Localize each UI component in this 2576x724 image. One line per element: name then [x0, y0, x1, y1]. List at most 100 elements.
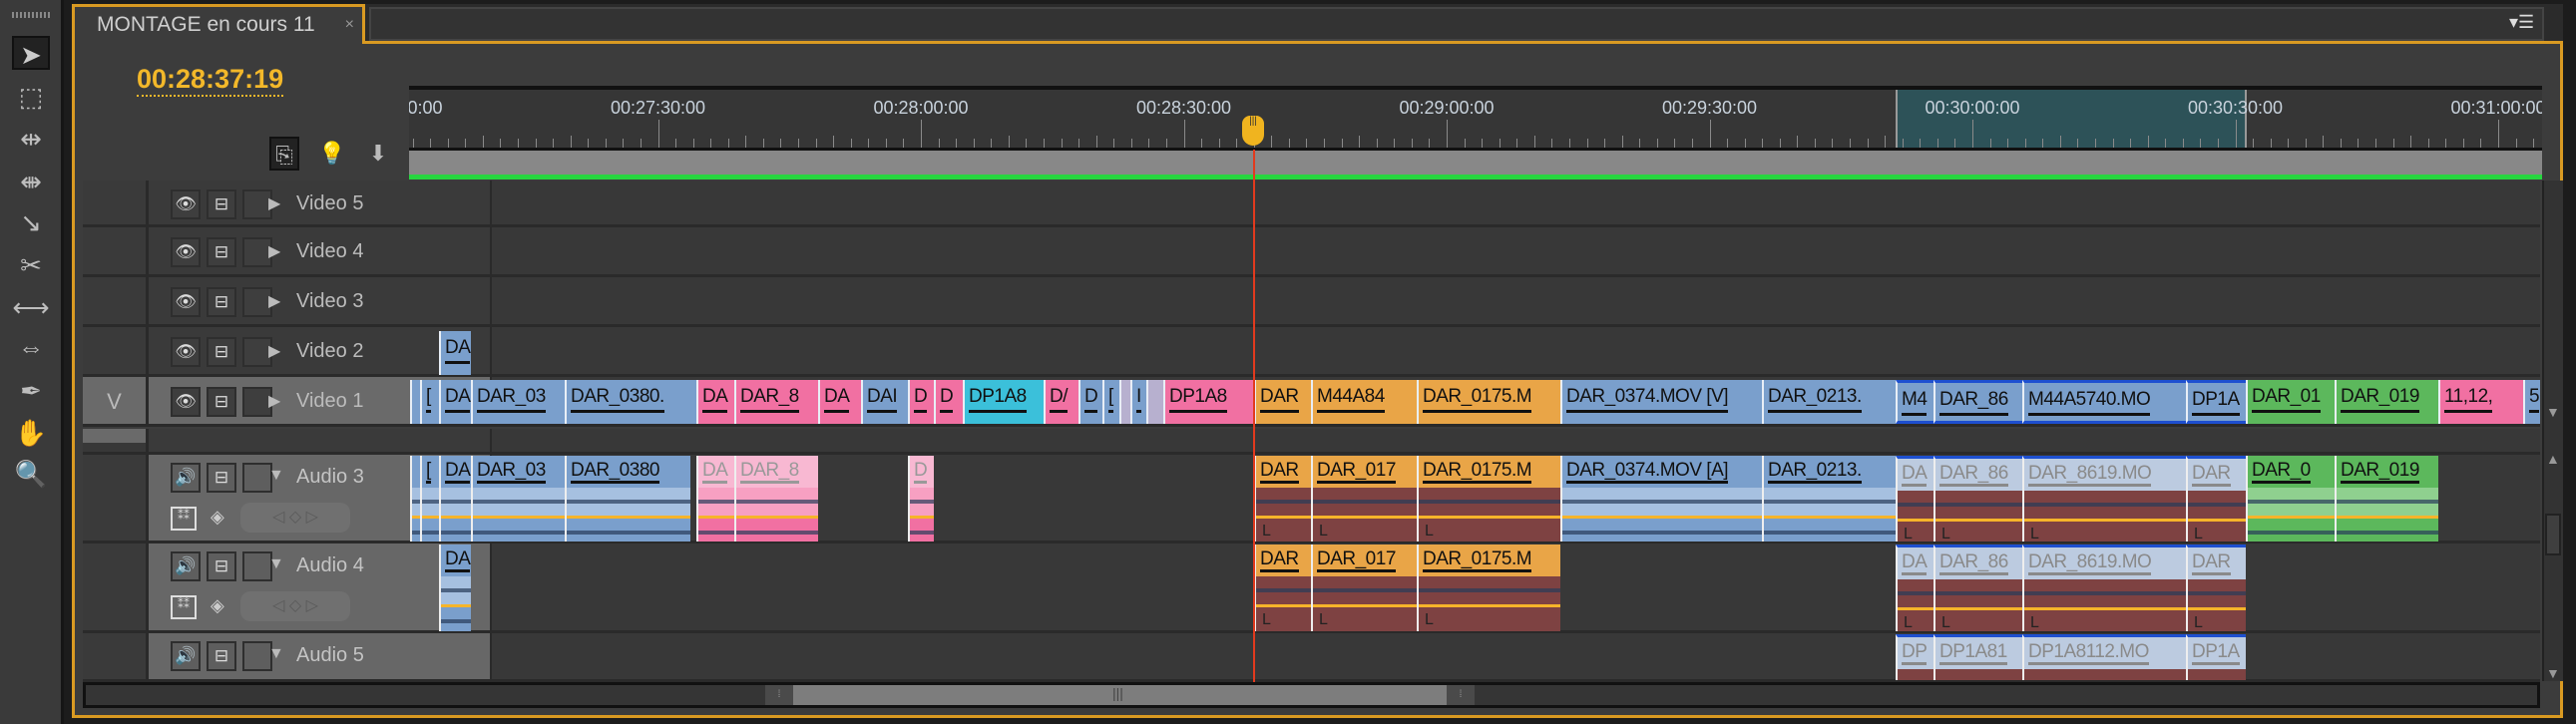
video-clip[interactable]: D	[1078, 380, 1102, 424]
audio-clip[interactable]: DP1A	[2186, 634, 2246, 680]
eye-icon[interactable]: 👁	[171, 337, 201, 367]
audio-clip[interactable]: DP1A8112.MO	[2022, 634, 2186, 680]
source-target-empty[interactable]	[83, 227, 146, 274]
video-clip[interactable]: M44A84	[1311, 380, 1417, 424]
eye-icon[interactable]: 👁	[171, 287, 201, 317]
audio-clip[interactable]: DAR_8	[734, 456, 818, 542]
audio-clip[interactable]: DAR_8619.MO L	[2022, 456, 2186, 542]
audio-clip[interactable]: DA L	[1896, 456, 1933, 542]
ripple-edit-icon[interactable]: ⇹	[12, 122, 50, 156]
audio-clip[interactable]: [	[420, 456, 439, 542]
snap-icon[interactable]: ⎘	[269, 137, 299, 171]
scroll-zoom-handle-right[interactable]: ⁞	[1447, 685, 1475, 705]
expand-triangle-icon[interactable]: ▶	[268, 291, 280, 311]
video-clip[interactable]: DP1A8	[1163, 380, 1254, 424]
video-clip[interactable]: DAR_01	[2246, 380, 2335, 424]
video-clip[interactable]: D/	[1044, 380, 1078, 424]
collapse-triangle-icon[interactable]: ▼	[268, 467, 284, 485]
close-icon[interactable]: ×	[345, 7, 354, 43]
scroll-down-icon[interactable]: ▼	[2546, 665, 2560, 681]
keyframe-icon[interactable]: ◈	[211, 507, 224, 528]
scroll-zoom-handle-left[interactable]: ⁞	[765, 685, 793, 705]
video-clip[interactable]: M44A5740.MO	[2022, 380, 2186, 424]
video-clip[interactable]: DAR_0213.	[1762, 380, 1896, 424]
audio-clip[interactable]: DAR_8619.MO L	[2022, 544, 2186, 631]
encore-marker-icon[interactable]: 💡	[317, 137, 347, 171]
video-clip[interactable]: DAR_03	[471, 380, 565, 424]
audio-clip[interactable]: DA	[439, 544, 471, 631]
video-clip[interactable]: DA	[439, 331, 471, 375]
video-clip[interactable]: 5	[2523, 380, 2540, 424]
audio-clip[interactable]: DAR L	[2186, 456, 2246, 542]
collapse-triangle-icon[interactable]: ▼	[268, 555, 284, 573]
video-clip[interactable]: DAR_019	[2335, 380, 2438, 424]
video-clip[interactable]: [	[1102, 380, 1119, 424]
source-target-empty[interactable]	[83, 277, 146, 324]
audio-clip[interactable]	[410, 456, 420, 542]
video-clip[interactable]: DAR_0374.MOV [V]	[1560, 380, 1762, 424]
sync-lock-icon[interactable]: ⊟	[207, 237, 236, 267]
expand-triangle-icon[interactable]: ▶	[268, 341, 280, 361]
selection-icon[interactable]: ➤	[12, 36, 50, 70]
playhead-timecode[interactable]: 00:28:37:19	[137, 64, 284, 97]
keyframe-navigator[interactable]: ◁ ◇ ▷	[240, 503, 350, 533]
video-clip[interactable]: [	[420, 380, 439, 424]
sync-lock-icon[interactable]: ⊟	[207, 463, 236, 493]
panel-menu-icon[interactable]: ▾☰	[2509, 12, 2534, 33]
panel-grip[interactable]	[12, 12, 50, 18]
audio-clip[interactable]: DAR_019	[2335, 456, 2438, 542]
slip-icon[interactable]: ⟷	[12, 290, 50, 324]
playhead-handle[interactable]: |||	[1242, 116, 1264, 146]
audio-clip[interactable]: D	[908, 456, 934, 542]
sync-lock-icon[interactable]: ⊟	[207, 551, 236, 581]
expand-triangle-icon[interactable]: ▶	[268, 241, 280, 261]
audio-clip[interactable]: DA	[439, 456, 471, 542]
audio-clip[interactable]: DAR_017 L	[1311, 456, 1417, 542]
audio-clip[interactable]: DP1A81	[1933, 634, 2022, 680]
sync-lock-icon[interactable]: ⊟	[207, 287, 236, 317]
tab-sequence[interactable]: MONTAGE en cours 11 ×	[72, 4, 365, 44]
sync-lock-icon[interactable]: ⊟	[207, 641, 236, 671]
source-target-empty[interactable]	[83, 327, 146, 374]
hand-icon[interactable]: ✋	[12, 416, 50, 450]
pen-icon[interactable]: ✒	[12, 374, 50, 408]
rate-stretch-icon[interactable]: ↘	[12, 205, 50, 239]
video-clip[interactable]	[410, 380, 420, 424]
expand-triangle-icon[interactable]: ▶	[268, 193, 280, 213]
video-clip[interactable]	[1146, 380, 1163, 424]
sync-lock-icon[interactable]: ⊟	[207, 188, 236, 219]
video-clip[interactable]: DAR_86	[1933, 380, 2022, 424]
waveform-icon[interactable]: ⁑⁑	[171, 507, 197, 531]
zoom-icon[interactable]: 🔍	[12, 457, 50, 491]
expand-triangle-icon[interactable]: ▶	[268, 391, 280, 411]
audio-clip[interactable]: DAR_86 L	[1933, 544, 2022, 631]
track-select-icon[interactable]: ⬚	[12, 80, 50, 114]
video-clip[interactable]: DAI	[861, 380, 908, 424]
audio-clip[interactable]: DA L	[1896, 544, 1933, 631]
razor-icon[interactable]: ✂	[12, 248, 50, 282]
audio-clip[interactable]: DAR_0175.M L	[1417, 544, 1560, 631]
eye-icon[interactable]: 👁	[171, 237, 201, 267]
audio-clip[interactable]: DAR_0	[2246, 456, 2335, 542]
speaker-icon[interactable]: 🔊	[171, 463, 201, 493]
eye-icon[interactable]: 👁	[171, 387, 201, 417]
audio-clip[interactable]: DAR_017 L	[1311, 544, 1417, 631]
eye-icon[interactable]: 👁	[171, 188, 201, 219]
video-clip[interactable]: DAR_0175.M	[1417, 380, 1560, 424]
marker-icon[interactable]: ⬇	[363, 137, 393, 171]
keyframe-icon[interactable]: ◈	[211, 595, 224, 616]
video-clip[interactable]: D	[908, 380, 934, 424]
video-clip[interactable]: DAR_0380.	[565, 380, 696, 424]
slide-icon[interactable]: ⇔	[12, 330, 50, 364]
video-clip[interactable]: DP1A	[2186, 380, 2246, 424]
video-clip[interactable]: DA	[439, 380, 471, 424]
audio-clip[interactable]: DAR L	[1254, 544, 1311, 631]
horizontal-scroll-thumb[interactable]: |||	[793, 685, 1447, 705]
video-clip[interactable]: DAR_8	[734, 380, 818, 424]
video-clip[interactable]: DA	[696, 380, 734, 424]
waveform-icon[interactable]: ⁑⁑	[171, 595, 197, 619]
video-clip[interactable]: DA	[818, 380, 861, 424]
audio-clip[interactable]: DAR_0374.MOV [A]	[1560, 456, 1762, 542]
audio-clip[interactable]: DA	[696, 456, 734, 542]
work-area-bar[interactable]	[409, 148, 2542, 175]
